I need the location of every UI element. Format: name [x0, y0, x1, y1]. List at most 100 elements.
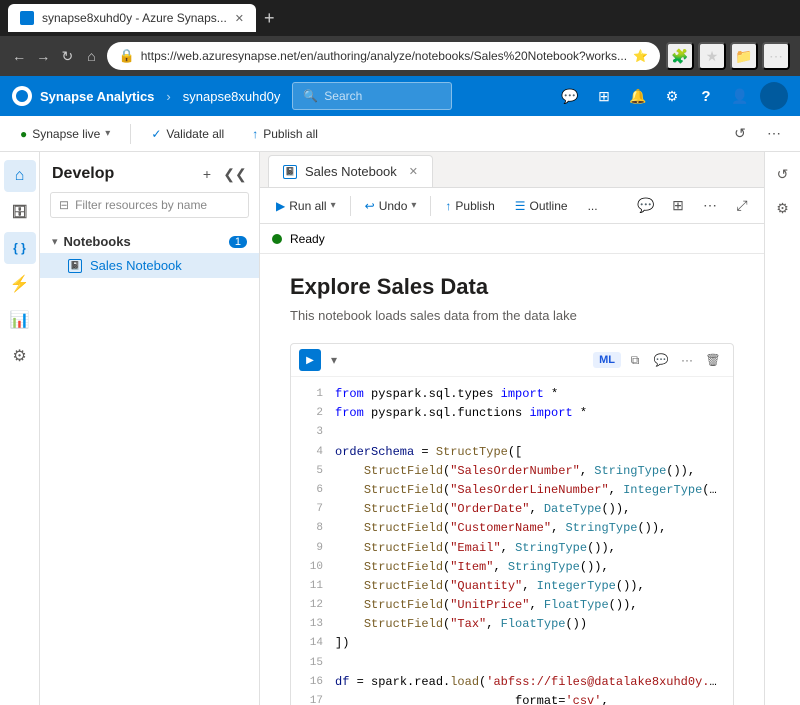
code-line-17: 17 format='csv', [303, 692, 721, 705]
cell-delete-button[interactable]: 🗑 [701, 348, 725, 372]
cell-comment-button[interactable]: 💬 [649, 348, 673, 372]
notebook-tabs: 📓 Sales Notebook ✕ [260, 152, 764, 188]
browser-tab[interactable]: synapse8xuhd0y - Azure Synaps... ✕ [8, 4, 256, 32]
code-line-1: 1 from pyspark.sql.types import * [303, 385, 721, 404]
sidebar-notebooks-section: ▾ Notebooks 1 📓 Sales Notebook [40, 226, 259, 282]
grid-icon-btn[interactable]: ⊞ [590, 82, 618, 110]
filter-input[interactable]: ⊟ Filter resources by name [50, 192, 249, 218]
notebook-description: This notebook loads sales data from the … [290, 308, 734, 323]
collections-button[interactable]: 📁 [730, 42, 758, 70]
settings-icon-btn[interactable]: ⚙ [658, 82, 686, 110]
code-line-11: 11 StructField("Quantity", IntegerType()… [303, 577, 721, 596]
synapse-live-button[interactable]: ● Synapse live ▾ [12, 123, 118, 145]
outline-icon: ☰ [515, 199, 526, 213]
new-tab-button[interactable]: + [264, 8, 275, 29]
publish-button[interactable]: ↑ Publish [437, 195, 502, 217]
outline-button[interactable]: ☰ Outline [507, 195, 576, 217]
notebooks-count-badge: 1 [229, 236, 247, 248]
refresh-button[interactable]: ↻ [58, 42, 76, 70]
main-layout: ⌂ 🗄 { } ⚡ 📊 ⚙ Develop + ❮❮ ⊟ Filter reso… [0, 152, 800, 705]
notebook-file-icon: 📓 [68, 259, 82, 273]
code-line-3: 3 [303, 423, 721, 442]
sales-notebook-tab[interactable]: 📓 Sales Notebook ✕ [268, 155, 433, 187]
code-line-9: 9 StructField("Email", StringType()), [303, 539, 721, 558]
sidebar-item-data[interactable]: 🗄 [4, 196, 36, 228]
tab-label: synapse8xuhd0y - Azure Synaps... [42, 11, 227, 25]
cell-copy-button[interactable]: ⧉ [623, 348, 647, 372]
notebook-content: Explore Sales Data This notebook loads s… [260, 254, 764, 705]
publish-all-button[interactable]: ↑ Publish all [244, 123, 326, 145]
publish-label: Publish [455, 199, 494, 213]
sidebar-item-monitor[interactable]: 📊 [4, 304, 36, 336]
sidebar-item-integrate[interactable]: ⚡ [4, 268, 36, 300]
sidebar-item-sales-notebook[interactable]: 📓 Sales Notebook [40, 253, 259, 278]
notebook-tab-label: Sales Notebook [305, 164, 397, 179]
publish-icon: ↑ [445, 199, 451, 213]
notebook-item-label: Sales Notebook [90, 258, 182, 273]
user-settings-icon-btn[interactable]: 👤 [726, 82, 754, 110]
home-button[interactable]: ⌂ [82, 42, 100, 70]
cell-controls: ▶ ▾ ML ⧉ 💬 ··· 🗑 [291, 344, 733, 376]
refresh-toolbar-button[interactable]: ↺ [726, 120, 754, 148]
forward-button[interactable]: → [34, 42, 52, 70]
run-all-button[interactable]: ▶ Run all ▾ [268, 195, 344, 217]
sidebar-header-actions: + ❮❮ [195, 162, 247, 186]
undo-button[interactable]: ↩ Undo ▾ [357, 195, 425, 217]
user-avatar[interactable] [760, 82, 788, 110]
address-bar[interactable]: 🔒 https://web.azuresynapse.net/en/author… [107, 42, 660, 70]
sidebar-item-manage[interactable]: ⚙ [4, 340, 36, 372]
add-comment-button[interactable]: 💬 [632, 192, 660, 220]
code-line-6: 6 StructField("SalesOrderLineNumber", In… [303, 481, 721, 500]
cell-more-button[interactable]: ··· [675, 348, 699, 372]
nb-more-button[interactable]: ⋯ [696, 192, 724, 220]
cell-run-button[interactable]: ▶ [299, 349, 321, 371]
notebook-tab-close-button[interactable]: ✕ [409, 165, 418, 178]
publish-all-label: Publish all [263, 127, 318, 141]
header-icons: 💬 ⊞ 🔔 ⚙ ? 👤 [556, 82, 788, 110]
workspace-name[interactable]: synapse8xuhd0y [183, 89, 281, 104]
extensions-button[interactable]: 🧩 [666, 42, 694, 70]
status-text: Ready [290, 232, 325, 246]
content-area: 📓 Sales Notebook ✕ ▶ Run all ▾ ↩ Undo ▾ … [260, 152, 764, 705]
run-icon: ▶ [276, 199, 285, 213]
right-panel-settings-button[interactable]: ⚙ [769, 194, 797, 222]
validate-all-button[interactable]: ✓ Validate all [143, 123, 232, 145]
global-search[interactable]: 🔍 Search [292, 82, 452, 110]
sidebar-collapse-button[interactable]: ❮❮ [223, 162, 247, 186]
undo-chevron-icon: ▾ [411, 200, 416, 211]
browser-controls: ← → ↻ ⌂ 🔒 https://web.azuresynapse.net/e… [0, 36, 800, 76]
tab-close-button[interactable]: ✕ [235, 12, 244, 25]
back-button[interactable]: ← [10, 42, 28, 70]
notification-icon-btn[interactable]: 🔔 [624, 82, 652, 110]
synapse-logo-icon [12, 86, 32, 106]
chat-icon-btn[interactable]: 💬 [556, 82, 584, 110]
synapse-logo-text: Synapse Analytics [40, 89, 154, 104]
toolbar-ellipsis-button[interactable]: ⋯ [760, 120, 788, 148]
sidebar-header: Develop + ❮❮ [40, 152, 259, 192]
validate-all-label: Validate all [166, 127, 224, 141]
notebook-toolbar: ▶ Run all ▾ ↩ Undo ▾ ↑ Publish ☰ Outline… [260, 188, 764, 224]
table-view-button[interactable]: ⊞ [664, 192, 692, 220]
maximize-button[interactable]: ⤢ [728, 192, 756, 220]
notebooks-section-header[interactable]: ▾ Notebooks 1 [40, 230, 259, 253]
synapse-toolbar: ● Synapse live ▾ ✓ Validate all ↑ Publis… [0, 116, 800, 152]
filter-icon: ⊟ [59, 198, 69, 212]
right-panel: ↺ ⚙ [764, 152, 800, 705]
sidebar-add-button[interactable]: + [195, 162, 219, 186]
code-line-5: 5 StructField("SalesOrderNumber", String… [303, 462, 721, 481]
undo-label: Undo [379, 199, 408, 213]
more-button[interactable]: ⋯ [762, 42, 790, 70]
sidebar-item-home[interactable]: ⌂ [4, 160, 36, 192]
help-icon-btn[interactable]: ? [692, 82, 720, 110]
sidebar-item-develop[interactable]: { } [4, 232, 36, 264]
nb-toolbar-separator-1 [350, 196, 351, 216]
run-all-label: Run all [289, 199, 326, 213]
favorites-button[interactable]: ★ [698, 42, 726, 70]
more-options-button[interactable]: ... [580, 195, 606, 217]
code-line-15: 15 [303, 654, 721, 673]
code-area[interactable]: 1 from pyspark.sql.types import * 2 from… [291, 376, 733, 705]
code-line-4: 4 orderSchema = StructType([ [303, 443, 721, 462]
cell-collapse-button[interactable]: ▾ [325, 351, 343, 369]
right-panel-refresh-button[interactable]: ↺ [769, 160, 797, 188]
code-line-16: 16 df = spark.read.load('abfss://files@d… [303, 673, 721, 692]
